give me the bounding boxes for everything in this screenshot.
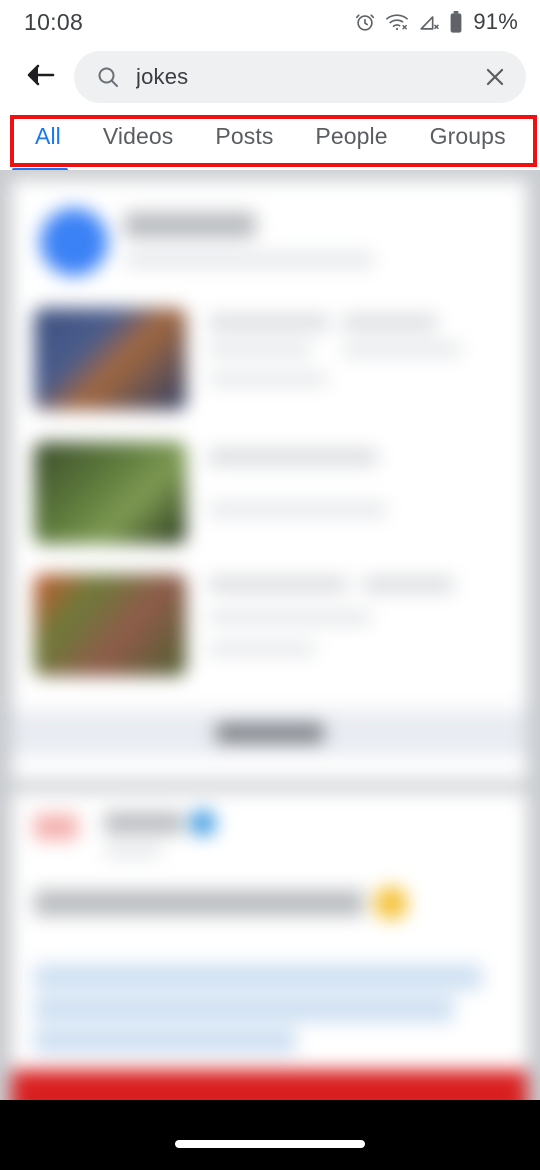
search-input[interactable]: jokes xyxy=(74,51,526,103)
tab-videos[interactable]: Videos xyxy=(82,112,195,160)
signal-off-icon xyxy=(418,11,440,33)
home-indicator[interactable] xyxy=(175,1140,365,1148)
post-link-line-2[interactable] xyxy=(34,996,454,1022)
search-results-feed[interactable] xyxy=(0,170,540,1100)
system-navigation-bar xyxy=(0,1100,540,1170)
tab-people[interactable]: People xyxy=(294,112,408,160)
video-thumbnail-3[interactable] xyxy=(34,574,186,676)
post-author xyxy=(104,812,184,834)
result-title xyxy=(124,212,256,238)
post-text xyxy=(34,890,364,916)
post-timestamp xyxy=(104,844,162,858)
post-link-line-1[interactable] xyxy=(34,964,482,990)
result-subtitle xyxy=(124,252,374,268)
post-card[interactable] xyxy=(12,792,527,1092)
post-link-line-3[interactable] xyxy=(34,1028,296,1054)
search-icon xyxy=(96,65,120,89)
status-bar: 10:08 91% xyxy=(0,0,540,44)
tab-all[interactable]: All xyxy=(14,112,82,160)
page-logo xyxy=(34,814,78,840)
video-title-3a xyxy=(208,576,348,593)
red-banner[interactable] xyxy=(12,1070,527,1100)
video-title-1b xyxy=(342,314,438,331)
back-arrow-icon xyxy=(25,62,55,93)
see-all-label xyxy=(216,723,324,743)
video-meta-1c xyxy=(208,372,328,386)
avatar xyxy=(40,208,108,276)
battery-icon xyxy=(449,10,463,34)
back-button[interactable] xyxy=(18,55,62,99)
video-meta-1b xyxy=(342,342,462,357)
video-thumbnail-1[interactable] xyxy=(34,308,186,410)
see-all-button[interactable] xyxy=(12,710,527,756)
video-title-3b xyxy=(362,576,454,593)
video-meta-1a xyxy=(208,342,312,357)
wifi-off-icon xyxy=(385,11,409,33)
tab-groups[interactable]: Groups xyxy=(409,112,527,160)
blurred-content-layer xyxy=(0,170,540,1100)
phone-screen: 10:08 91% jokes All Videos Posts People … xyxy=(0,0,540,1170)
video-meta-2 xyxy=(208,502,388,517)
video-title-1a xyxy=(208,314,330,331)
video-thumbnail-2[interactable] xyxy=(34,442,186,544)
search-query-text: jokes xyxy=(136,64,189,89)
video-meta-3b xyxy=(208,642,316,656)
status-time: 10:08 xyxy=(24,8,84,35)
status-icons: 91% xyxy=(354,9,518,35)
emoji-icon xyxy=(374,886,408,920)
tab-posts[interactable]: Posts xyxy=(194,112,294,160)
close-icon[interactable] xyxy=(482,64,508,90)
video-title-2 xyxy=(208,448,378,466)
video-meta-3a xyxy=(208,610,372,625)
video-results-card[interactable] xyxy=(12,180,527,780)
search-bar: jokes xyxy=(0,50,540,104)
alarm-icon xyxy=(354,11,376,33)
tab-list[interactable]: All Videos Posts People Groups Eve xyxy=(0,112,540,160)
search-tab-bar: All Videos Posts People Groups Eve xyxy=(0,112,540,172)
tab-events[interactable]: Eve xyxy=(527,112,540,160)
verified-badge-icon xyxy=(190,810,216,836)
battery-percent: 91% xyxy=(473,9,518,34)
